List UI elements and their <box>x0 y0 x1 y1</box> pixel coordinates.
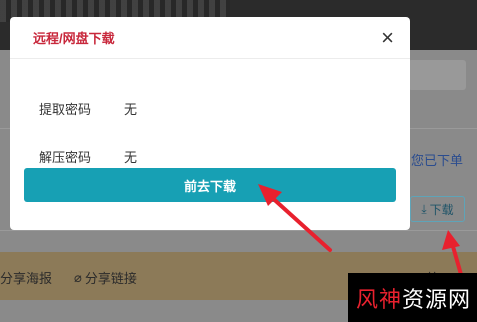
arrow-to-background-button <box>442 230 464 280</box>
watermark-logo: 风神 资源网 <box>348 273 477 322</box>
watermark-red-text: 风神 <box>356 287 403 313</box>
watermark-white-text: 资源网 <box>402 287 472 313</box>
arrow-to-download-button <box>258 184 332 252</box>
